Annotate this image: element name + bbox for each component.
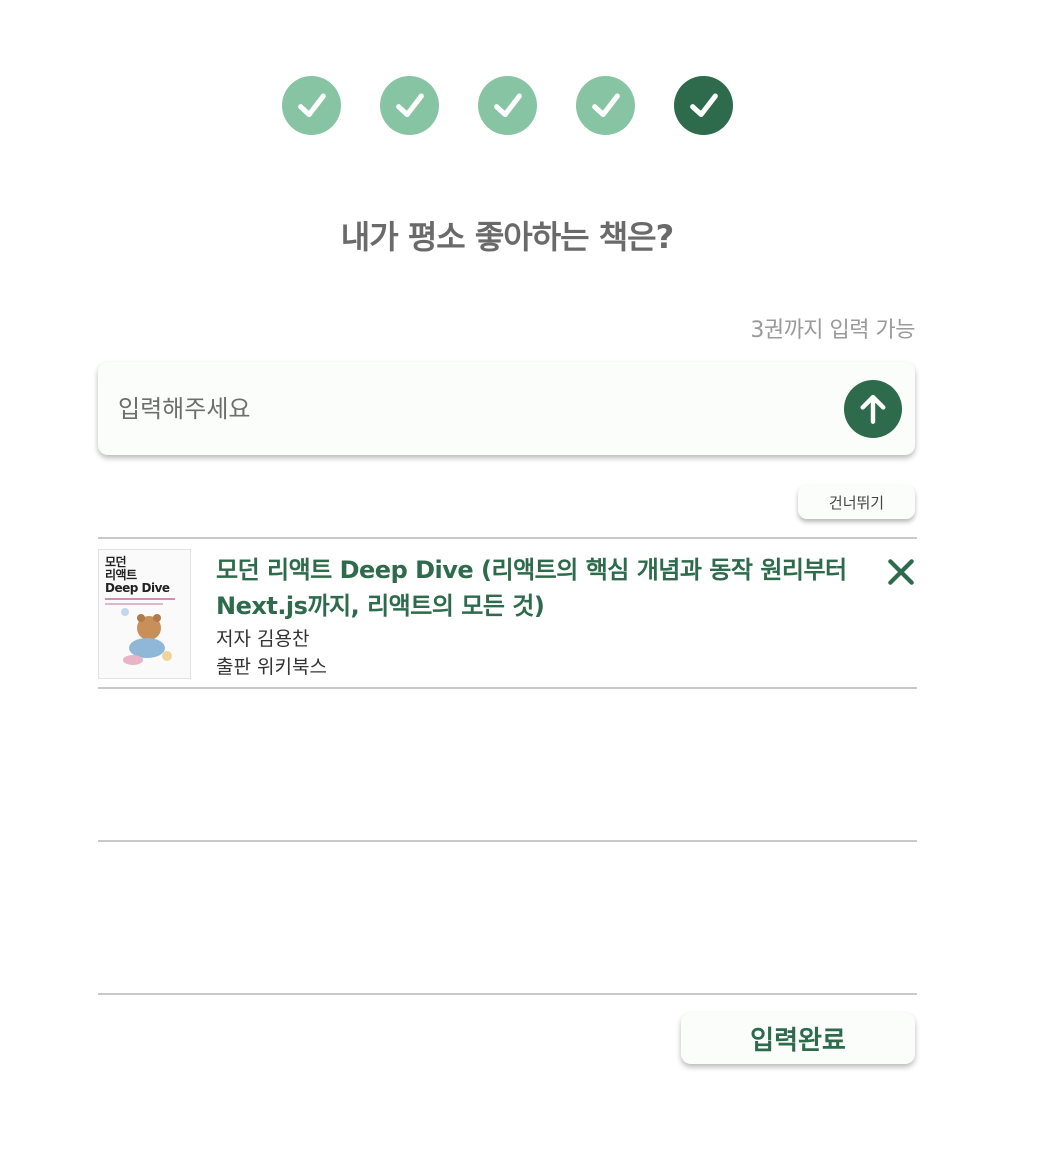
skip-button[interactable]: 건너뛰기 — [798, 485, 915, 519]
book-title: 모던 리액트 Deep Dive (리액트의 핵심 개념과 동작 원리부터 Ne… — [216, 556, 847, 620]
remove-book-button[interactable] — [885, 556, 917, 588]
question-title: 내가 평소 좋아하는 책은? — [340, 218, 674, 256]
arrow-up-icon — [860, 394, 886, 424]
book-preference-page: 내가 평소 좋아하는 책은? 3권까지 입력 가능 건너뛰기 모던 리액트 De… — [0, 0, 1037, 1150]
step-indicator-2 — [380, 76, 439, 135]
step-indicator-5-current — [674, 76, 733, 135]
book-author: 저자 김용찬 — [216, 628, 310, 650]
check-icon — [689, 93, 718, 117]
step-indicator-3 — [478, 76, 537, 135]
book-cover-illustration — [121, 608, 172, 665]
check-icon — [493, 93, 522, 117]
book-cover-image: 모던 리액트 Deep Dive — [98, 549, 191, 679]
input-limit-note: 3권까지 입력 가능 — [750, 318, 915, 343]
complete-input-button[interactable]: 입력완료 — [681, 1013, 915, 1064]
selected-book-item: 모던 리액트 Deep Dive 모던 리액트 Deep Dive (리액트의 … — [98, 540, 917, 687]
book-publisher: 출판 위키북스 — [216, 656, 327, 678]
list-divider — [98, 537, 917, 539]
book-search-box — [98, 362, 915, 455]
check-icon — [591, 93, 620, 117]
step-indicator-1 — [282, 76, 341, 135]
book-search-input[interactable] — [118, 384, 818, 434]
close-icon — [888, 559, 914, 585]
search-submit-button[interactable] — [844, 380, 902, 438]
progress-steps — [282, 76, 733, 135]
check-icon — [297, 93, 326, 117]
list-divider — [98, 993, 917, 995]
check-icon — [395, 93, 424, 117]
list-divider — [98, 840, 917, 842]
book-cover-text: 모던 리액트 Deep Dive — [105, 555, 170, 595]
step-indicator-4 — [576, 76, 635, 135]
list-divider — [98, 687, 917, 689]
